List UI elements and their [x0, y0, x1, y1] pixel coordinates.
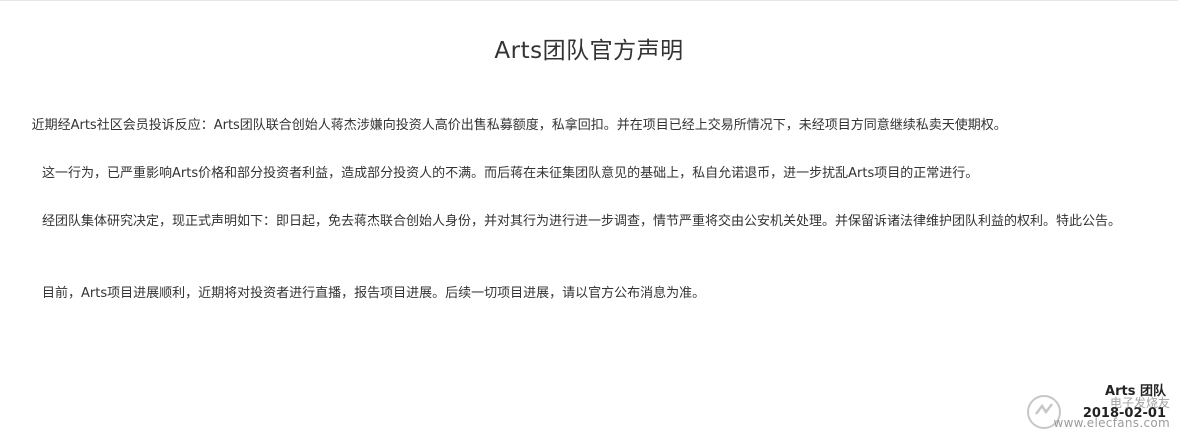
document-page: Arts团队官方声明 近期经Arts社区会员投诉反应：Arts团队联合创始人蒋杰…: [0, 0, 1178, 442]
watermark-logo-icon: [1027, 395, 1061, 429]
page-title: Arts团队官方声明: [494, 38, 684, 64]
paragraph-4: 目前，Arts项目进展顺利，近期将对投资者进行直播，报告项目进展。后续一切项目进…: [42, 286, 706, 301]
signature-team: Arts 团队: [1105, 384, 1166, 399]
paragraph-1: 近期经Arts社区会员投诉反应：Arts团队联合创始人蒋杰涉嫌向投资人高价出售私…: [31, 118, 1007, 133]
paragraph-3: 经团队集体研究决定，现正式声明如下：即日起，免去蒋杰联合创始人身份，并对其行为进…: [42, 214, 1122, 229]
signature-block: Arts 团队 2018-02-01: [1083, 381, 1166, 425]
signature-date: 2018-02-01: [1082, 406, 1166, 421]
paragraph-2: 这一行为，已严重影响Arts价格和部分投资者利益，造成部分投资人的不满。而后蒋在…: [42, 166, 979, 181]
